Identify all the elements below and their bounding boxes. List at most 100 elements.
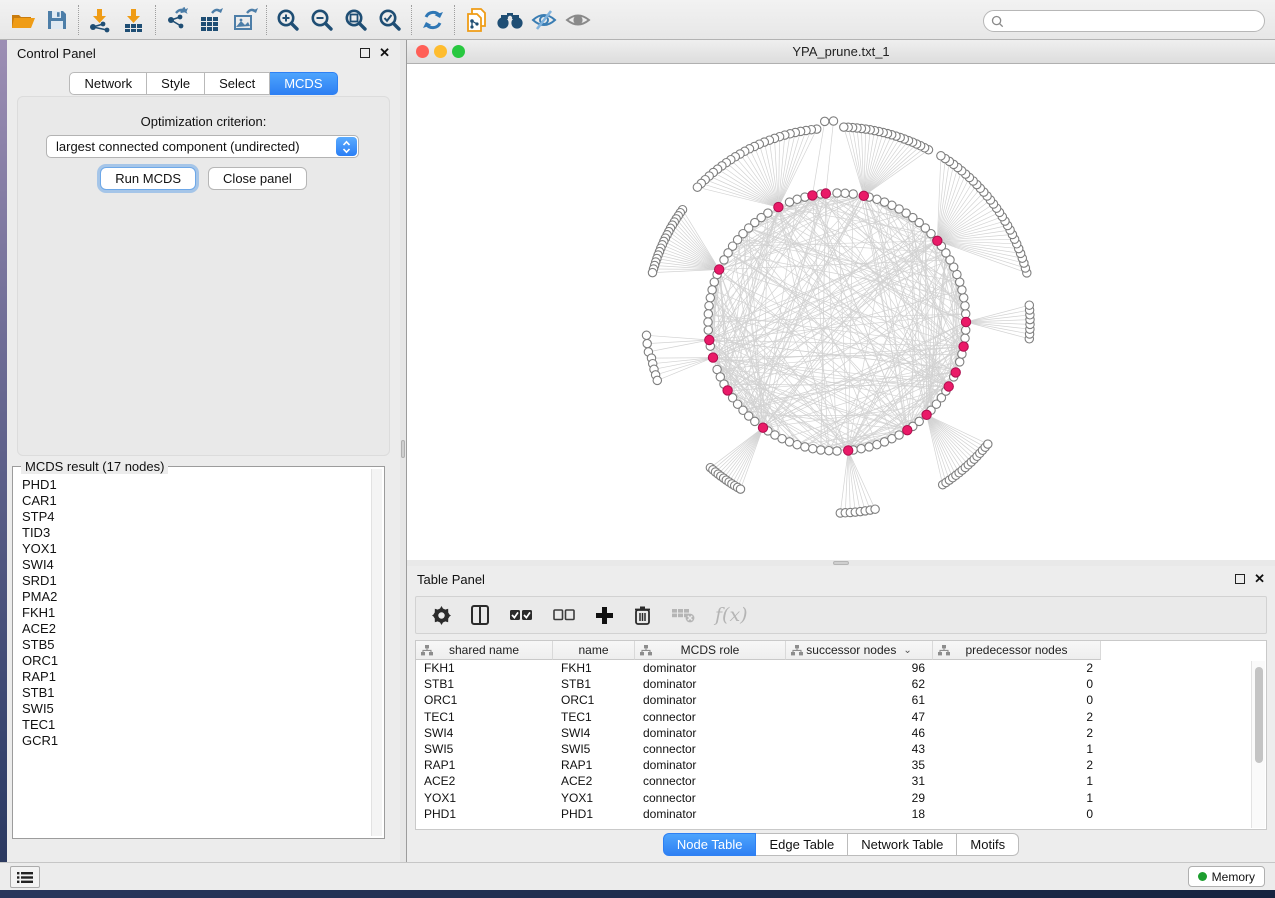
cell-shared-name[interactable]: PHD1: [416, 807, 553, 821]
cell-successor-nodes[interactable]: 31: [786, 774, 933, 788]
table-row[interactable]: STB1STB1dominator620: [416, 676, 1266, 692]
cell-MCDS-role[interactable]: connector: [635, 710, 786, 724]
cell-successor-nodes[interactable]: 61: [786, 693, 933, 707]
find-icon[interactable]: [493, 3, 527, 37]
close-panel-button[interactable]: Close panel: [208, 167, 307, 190]
task-history-button[interactable]: [10, 866, 40, 888]
cell-shared-name[interactable]: SWI5: [416, 742, 553, 756]
result-scrollbar[interactable]: [371, 469, 382, 836]
table-row[interactable]: SWI5SWI5connector431: [416, 741, 1266, 757]
minimize-window-icon[interactable]: [434, 45, 447, 58]
table-row[interactable]: YOX1YOX1connector291: [416, 790, 1266, 806]
result-node[interactable]: ACE2: [22, 621, 370, 637]
columns-icon[interactable]: [471, 605, 489, 625]
cell-name[interactable]: TEC1: [553, 710, 635, 724]
tab-select[interactable]: Select: [205, 72, 270, 95]
cell-MCDS-role[interactable]: dominator: [635, 661, 786, 675]
tab-style[interactable]: Style: [147, 72, 205, 95]
result-node[interactable]: STP4: [22, 509, 370, 525]
cell-name[interactable]: ORC1: [553, 693, 635, 707]
cell-predecessor-nodes[interactable]: 2: [933, 661, 1101, 675]
close-panel-icon[interactable]: ✕: [379, 48, 390, 58]
result-node[interactable]: SWI5: [22, 701, 370, 717]
result-node[interactable]: RAP1: [22, 669, 370, 685]
node-table[interactable]: shared namenameMCDS rolesuccessor nodes⌄…: [415, 640, 1267, 830]
close-window-icon[interactable]: [416, 45, 429, 58]
network-graph[interactable]: [407, 64, 1275, 560]
export-table-icon[interactable]: [194, 3, 228, 37]
table-row[interactable]: FKH1FKH1dominator962: [416, 660, 1266, 676]
cell-successor-nodes[interactable]: 18: [786, 807, 933, 821]
table-scrollbar[interactable]: [1251, 661, 1265, 828]
cell-shared-name[interactable]: RAP1: [416, 758, 553, 772]
search-box[interactable]: [983, 10, 1265, 32]
zoom-out-icon[interactable]: [305, 3, 339, 37]
cell-successor-nodes[interactable]: 47: [786, 710, 933, 724]
column-header-shared-name[interactable]: shared name: [416, 641, 553, 660]
cell-name[interactable]: STB1: [553, 677, 635, 691]
import-table-icon[interactable]: [117, 3, 151, 37]
cell-shared-name[interactable]: ORC1: [416, 693, 553, 707]
cell-shared-name[interactable]: SWI4: [416, 726, 553, 740]
result-node[interactable]: FKH1: [22, 605, 370, 621]
cell-successor-nodes[interactable]: 62: [786, 677, 933, 691]
table-row[interactable]: SWI4SWI4dominator462: [416, 725, 1266, 741]
result-node[interactable]: ORC1: [22, 653, 370, 669]
table-row[interactable]: ACE2ACE2connector311: [416, 773, 1266, 789]
deselect-all-icon[interactable]: [553, 609, 575, 621]
cell-shared-name[interactable]: ACE2: [416, 774, 553, 788]
open-folder-icon[interactable]: [6, 3, 40, 37]
splitter-grip[interactable]: [401, 440, 405, 458]
clone-network-icon[interactable]: [459, 3, 493, 37]
table-row[interactable]: PHD1PHD1dominator180: [416, 806, 1266, 822]
cell-MCDS-role[interactable]: dominator: [635, 677, 786, 691]
cell-MCDS-role[interactable]: dominator: [635, 726, 786, 740]
cell-predecessor-nodes[interactable]: 0: [933, 693, 1101, 707]
result-node[interactable]: TEC1: [22, 717, 370, 733]
cell-MCDS-role[interactable]: dominator: [635, 807, 786, 821]
vertical-splitter[interactable]: [400, 40, 407, 862]
cell-MCDS-role[interactable]: dominator: [635, 693, 786, 707]
cell-predecessor-nodes[interactable]: 1: [933, 774, 1101, 788]
search-input[interactable]: [1004, 14, 1264, 28]
save-icon[interactable]: [40, 3, 74, 37]
import-network-icon[interactable]: [83, 3, 117, 37]
tab-node-table[interactable]: Node Table: [663, 833, 757, 856]
cell-successor-nodes[interactable]: 35: [786, 758, 933, 772]
float-panel-icon[interactable]: [360, 48, 370, 58]
tab-motifs[interactable]: Motifs: [957, 833, 1019, 856]
cell-name[interactable]: FKH1: [553, 661, 635, 675]
result-node[interactable]: STB5: [22, 637, 370, 653]
maximize-window-icon[interactable]: [452, 45, 465, 58]
zoom-selected-icon[interactable]: [373, 3, 407, 37]
cell-successor-nodes[interactable]: 29: [786, 791, 933, 805]
mcds-result-list[interactable]: PHD1CAR1STP4TID3YOX1SWI4SRD1PMA2FKH1ACE2…: [14, 477, 370, 836]
hide-selected-icon[interactable]: [527, 3, 561, 37]
tab-mcds[interactable]: MCDS: [270, 72, 337, 95]
table-row[interactable]: TEC1TEC1connector472: [416, 709, 1266, 725]
tab-network-table[interactable]: Network Table: [848, 833, 957, 856]
close-panel-icon[interactable]: ✕: [1254, 574, 1265, 584]
tab-network[interactable]: Network: [69, 72, 147, 95]
gear-icon[interactable]: [432, 606, 451, 625]
cell-predecessor-nodes[interactable]: 2: [933, 710, 1101, 724]
zoom-fit-icon[interactable]: [339, 3, 373, 37]
cell-predecessor-nodes[interactable]: 2: [933, 758, 1101, 772]
table-row[interactable]: ORC1ORC1dominator610: [416, 692, 1266, 708]
cell-successor-nodes[interactable]: 46: [786, 726, 933, 740]
cell-shared-name[interactable]: STB1: [416, 677, 553, 691]
column-header-successor-nodes[interactable]: successor nodes⌄: [786, 641, 933, 660]
cell-name[interactable]: PHD1: [553, 807, 635, 821]
cell-shared-name[interactable]: FKH1: [416, 661, 553, 675]
cell-name[interactable]: SWI4: [553, 726, 635, 740]
cell-predecessor-nodes[interactable]: 0: [933, 677, 1101, 691]
delete-icon[interactable]: [634, 605, 651, 625]
result-node[interactable]: GCR1: [22, 733, 370, 749]
export-network-icon[interactable]: [160, 3, 194, 37]
column-header-predecessor-nodes[interactable]: predecessor nodes: [933, 641, 1101, 660]
select-all-icon[interactable]: [509, 609, 533, 622]
cell-name[interactable]: YOX1: [553, 791, 635, 805]
float-panel-icon[interactable]: [1235, 574, 1245, 584]
cell-MCDS-role[interactable]: connector: [635, 791, 786, 805]
cell-predecessor-nodes[interactable]: 2: [933, 726, 1101, 740]
